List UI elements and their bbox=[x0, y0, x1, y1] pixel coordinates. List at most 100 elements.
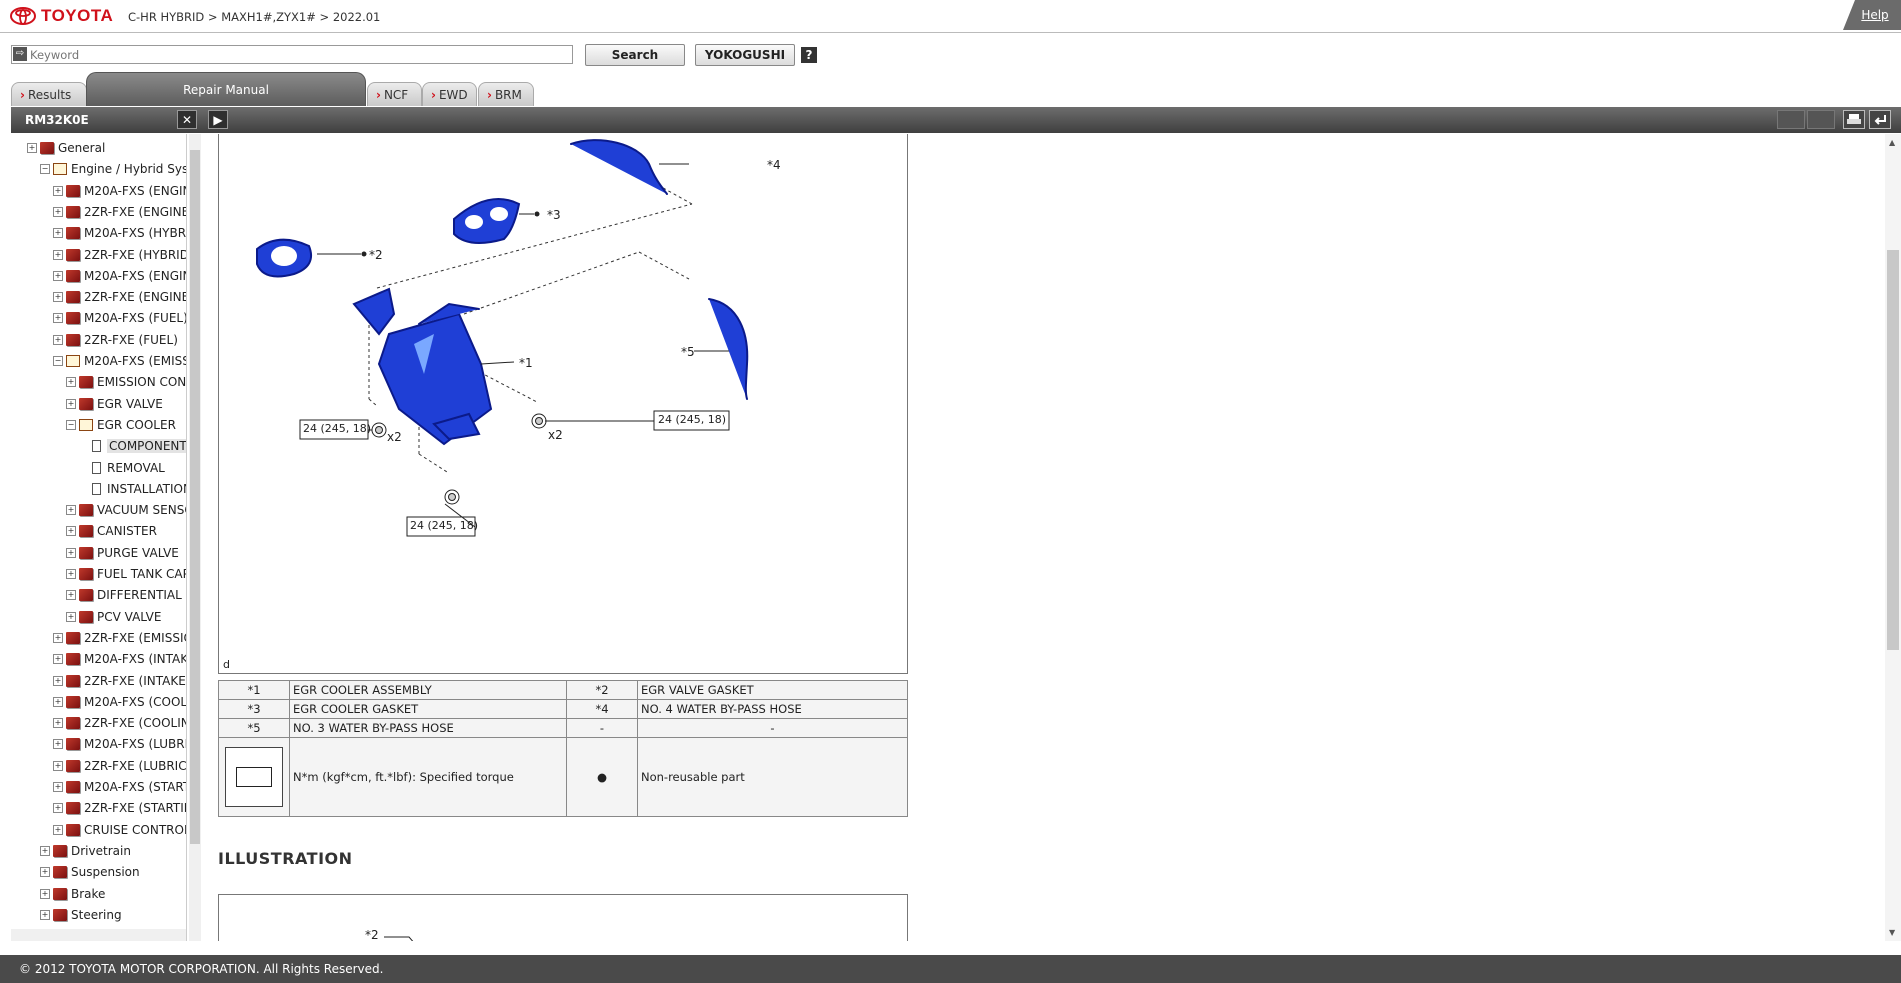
expand-icon[interactable]: + bbox=[53, 249, 63, 260]
tree-node[interactable]: +2ZR-FXE (COOLING) bbox=[53, 714, 186, 732]
tree-node[interactable]: +2ZR-FXE (ENGINE M bbox=[53, 288, 186, 306]
tab-ewd[interactable]: › EWD bbox=[422, 82, 477, 106]
prev-page-icon[interactable] bbox=[1777, 110, 1805, 129]
tree-node[interactable]: +2ZR-FXE (ENGINE C bbox=[53, 203, 186, 221]
tab-ncf[interactable]: › NCF bbox=[367, 82, 422, 106]
tree-node[interactable]: + PCV VALVE bbox=[66, 608, 161, 626]
expand-icon[interactable]: + bbox=[66, 611, 76, 622]
expand-icon[interactable]: + bbox=[40, 909, 50, 920]
book-icon bbox=[79, 376, 93, 389]
tree-node[interactable]: + EMISSION CONTR bbox=[66, 373, 186, 391]
tree-node[interactable]: +2ZR-FXE (STARTING bbox=[53, 799, 186, 817]
tree-scrollbar-thumb[interactable] bbox=[190, 150, 200, 844]
expand-icon[interactable]: + bbox=[53, 696, 63, 707]
tree-node[interactable]: + EGR VALVE bbox=[66, 395, 163, 413]
tree-node[interactable]: + M20A-FXS (HYBRID bbox=[53, 224, 186, 242]
expand-icon[interactable]: + bbox=[53, 185, 63, 196]
expand-icon[interactable]: + bbox=[66, 547, 76, 558]
tree-node[interactable]: + Brake bbox=[40, 885, 105, 903]
scroll-up-icon[interactable]: ▲ bbox=[1889, 138, 1895, 147]
tree-node[interactable]: COMPONENTS bbox=[79, 437, 186, 455]
help-question-icon[interactable]: ? bbox=[801, 47, 817, 63]
content-scrollbar-thumb[interactable] bbox=[1887, 250, 1899, 650]
keyword-arrow-icon[interactable]: ⇨ bbox=[13, 47, 27, 61]
expand-tree-button[interactable]: ▶ bbox=[208, 110, 228, 129]
tab-repair-manual[interactable]: Repair Manual bbox=[86, 72, 366, 106]
book-icon bbox=[66, 674, 80, 687]
close-tree-button[interactable]: ✕ bbox=[177, 110, 197, 129]
tree-node[interactable]: +2ZR-FXE (FUEL) bbox=[53, 331, 178, 349]
expand-icon[interactable]: + bbox=[53, 632, 63, 643]
callout-2: *2 bbox=[365, 928, 379, 941]
tree-node[interactable]: + M20A-FXS (INTAKE / bbox=[53, 650, 186, 668]
tree-node[interactable]: + M20A-FXS (ENGINE bbox=[53, 267, 186, 285]
tree-node[interactable]: − M20A-FXS (EMISSIC bbox=[53, 352, 186, 370]
tree-node[interactable]: + FUEL TANK CAP bbox=[66, 565, 186, 583]
expand-icon[interactable]: + bbox=[66, 569, 76, 579]
tree-node-label: 2ZR-FXE (COOLING) bbox=[84, 716, 186, 731]
tree-node[interactable]: +2ZR-FXE (LUBRICAT bbox=[53, 757, 186, 775]
expand-icon[interactable]: + bbox=[66, 526, 76, 537]
tree-node[interactable]: + PURGE VALVE bbox=[66, 544, 179, 562]
expand-icon[interactable]: + bbox=[40, 845, 50, 856]
search-button[interactable]: Search bbox=[585, 44, 685, 66]
next-page-icon[interactable] bbox=[1807, 110, 1835, 129]
tab-brm[interactable]: › BRM bbox=[478, 82, 534, 106]
print-icon[interactable] bbox=[1843, 110, 1865, 129]
tree-node[interactable]: + DIFFERENTIAL PR bbox=[66, 586, 186, 604]
collapse-icon[interactable]: − bbox=[66, 419, 76, 430]
expand-icon[interactable]: + bbox=[53, 782, 63, 792]
tree-node[interactable]: + CANISTER bbox=[66, 522, 157, 540]
expand-icon[interactable]: + bbox=[53, 334, 63, 345]
expand-icon[interactable]: + bbox=[53, 654, 63, 665]
tree-node[interactable]: +2ZR-FXE (INTAKE / I bbox=[53, 672, 186, 690]
tree-node[interactable]: − Engine / Hybrid System bbox=[40, 160, 186, 178]
tree-node[interactable]: + General bbox=[27, 139, 105, 157]
expand-icon[interactable]: + bbox=[53, 675, 63, 686]
tree-node-label: Steering bbox=[71, 907, 122, 922]
scroll-down-icon[interactable]: ▼ bbox=[1889, 928, 1895, 937]
tree-node[interactable]: + VACUUM SENSOR bbox=[66, 501, 186, 519]
tree-node[interactable]: + M20A-FXS (LUBRICA bbox=[53, 735, 186, 753]
help-link[interactable]: Help bbox=[1843, 0, 1901, 30]
expand-icon[interactable]: + bbox=[40, 888, 50, 899]
tree-node[interactable]: + M20A-FXS (FUEL) bbox=[53, 309, 187, 327]
expand-icon[interactable]: + bbox=[40, 867, 50, 878]
tree-node[interactable]: + M20A-FXS (COOLING bbox=[53, 693, 186, 711]
tree-node[interactable]: INSTALLATION bbox=[79, 480, 186, 498]
expand-icon[interactable]: + bbox=[53, 228, 63, 239]
tree-node[interactable]: + Suspension bbox=[40, 863, 140, 881]
expand-icon[interactable]: + bbox=[53, 206, 63, 217]
expand-icon[interactable]: + bbox=[66, 590, 76, 601]
tree-node[interactable]: − EGR COOLER bbox=[66, 416, 176, 434]
tree-node[interactable]: + M20A-FXS (ENGINE bbox=[53, 182, 186, 200]
tree-node[interactable]: +2ZR-FXE (HYBRID / bbox=[53, 246, 186, 264]
expand-icon[interactable]: + bbox=[53, 313, 63, 324]
expand-icon[interactable]: + bbox=[66, 505, 76, 516]
expand-icon[interactable]: + bbox=[53, 270, 63, 281]
tree-node-label: CANISTER bbox=[97, 524, 157, 539]
tree-node[interactable]: + Steering bbox=[40, 906, 122, 924]
expand-icon[interactable]: + bbox=[27, 143, 37, 153]
tree-node[interactable]: + CRUISE CONTROL bbox=[53, 821, 186, 839]
tree-node[interactable]: + M20A-FXS (STARTIN bbox=[53, 778, 186, 796]
collapse-icon[interactable]: − bbox=[53, 356, 63, 366]
tree-node[interactable]: + Drivetrain bbox=[40, 842, 131, 860]
collapse-icon[interactable]: − bbox=[40, 164, 50, 175]
yokogushi-button[interactable]: YOKOGUSHI bbox=[695, 44, 795, 66]
expand-icon[interactable]: + bbox=[53, 718, 63, 729]
return-icon[interactable] bbox=[1869, 110, 1891, 129]
tree-horizontal-scrollbar[interactable] bbox=[11, 929, 186, 941]
expand-icon[interactable]: + bbox=[53, 292, 63, 303]
tree-node-label: M20A-FXS (FUEL) bbox=[84, 311, 187, 326]
tab-results[interactable]: › Results bbox=[11, 82, 87, 106]
expand-icon[interactable]: + bbox=[53, 739, 63, 750]
keyword-input[interactable] bbox=[30, 46, 560, 63]
tree-node[interactable]: REMOVAL bbox=[79, 459, 165, 477]
expand-icon[interactable]: + bbox=[66, 377, 76, 388]
expand-icon[interactable]: + bbox=[53, 824, 63, 835]
expand-icon[interactable]: + bbox=[66, 398, 76, 409]
tree-node[interactable]: +2ZR-FXE (EMISSION bbox=[53, 629, 186, 647]
expand-icon[interactable]: + bbox=[53, 760, 63, 771]
expand-icon[interactable]: + bbox=[53, 803, 63, 814]
